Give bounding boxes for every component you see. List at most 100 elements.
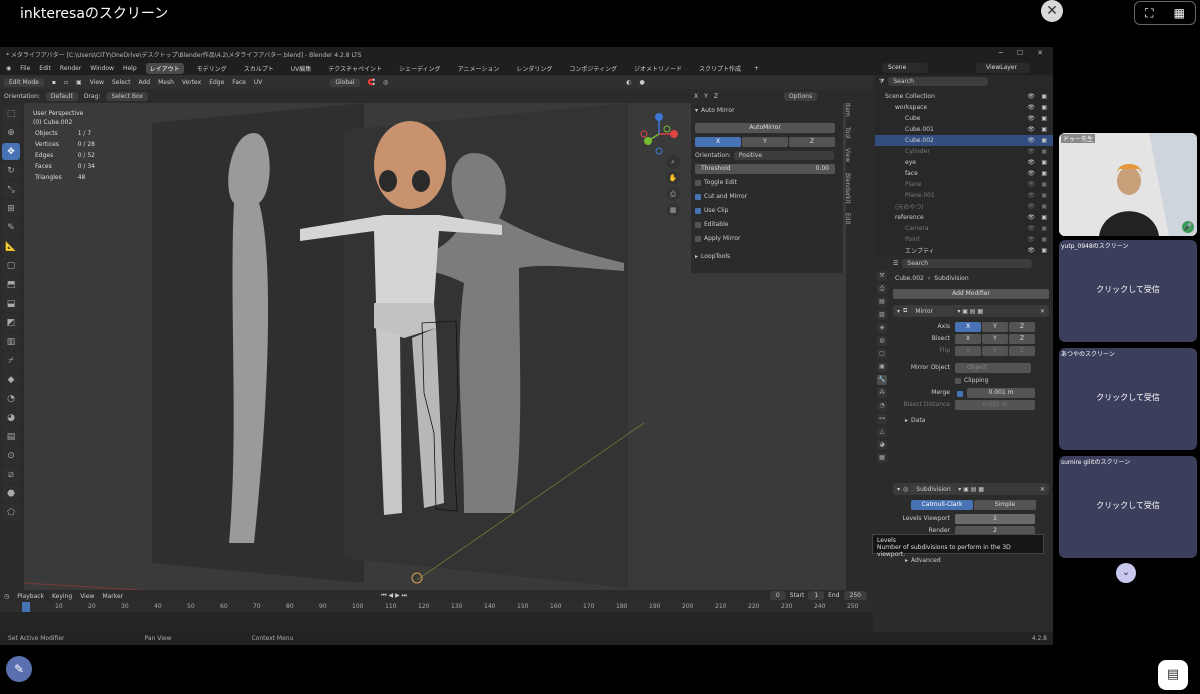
tab-rendering[interactable]: レンダリング	[512, 63, 556, 74]
render-toggle-icon[interactable]: ▣	[1041, 104, 1047, 111]
participant-tile[interactable]: あつやのスクリーン クリックして受信	[1059, 348, 1197, 450]
menu-timeline-view[interactable]: View	[80, 593, 94, 600]
tab-shading[interactable]: シェーディング	[395, 63, 445, 74]
mirror-axis-z[interactable]: Z	[1009, 322, 1035, 332]
render-tab-icon[interactable]: ⎙	[877, 284, 887, 294]
clipping-checkbox[interactable]: Clipping	[955, 377, 988, 384]
measure-tool-icon[interactable]: 📐	[2, 238, 20, 255]
mirror-axis-x-button[interactable]: X	[695, 137, 741, 147]
pan-hand-icon[interactable]: ✋	[666, 171, 680, 185]
orientation-dropdown[interactable]: Default	[45, 91, 78, 101]
menu-edit[interactable]: Edit	[39, 65, 51, 72]
tab-animation[interactable]: アニメーション	[454, 63, 504, 74]
flip-z[interactable]: Z	[1009, 346, 1035, 356]
poly-build-tool-icon[interactable]: ◆	[2, 371, 20, 388]
merge-checkbox[interactable]	[957, 391, 963, 397]
cut-and-mirror-checkbox[interactable]: Cut and Mirror	[695, 193, 747, 200]
tab-scripting[interactable]: スクリプト作成	[695, 63, 745, 74]
mode-dropdown[interactable]: Edit Mode	[4, 77, 44, 87]
start-frame-field[interactable]: 1	[808, 591, 825, 600]
menu-view[interactable]: View	[90, 79, 104, 86]
visibility-eye-icon[interactable]: 👁	[1027, 181, 1035, 188]
mirror-axis-x[interactable]: X	[955, 322, 981, 332]
outliner-row[interactable]: Point 👁 ▣	[875, 234, 1053, 245]
menu-uv[interactable]: UV	[254, 79, 263, 86]
click-to-receive[interactable]: クリックして受信	[1059, 284, 1197, 295]
visibility-eye-icon[interactable]: 👁	[1027, 225, 1035, 232]
grid-icon[interactable]: ▦	[666, 203, 680, 217]
outliner-row[interactable]: Cube.002 👁 ▣	[875, 135, 1053, 146]
viewlayer-selector[interactable]: ViewLayer	[976, 63, 1030, 73]
extrude-tool-icon[interactable]: ⬒	[2, 276, 20, 293]
tab-tool[interactable]: Tool	[844, 127, 851, 139]
select-edge-icon[interactable]: ▫	[64, 79, 68, 86]
menu-playback[interactable]: Playback	[17, 593, 44, 600]
visibility-eye-icon[interactable]: 👁	[1027, 247, 1035, 254]
minimize-icon[interactable]: ─	[999, 49, 1003, 57]
loop-cut-tool-icon[interactable]: ▥	[2, 333, 20, 350]
add-cube-tool-icon[interactable]: ▢	[2, 257, 20, 274]
render-toggle-icon[interactable]: ▣	[1041, 247, 1047, 254]
bend-tool-icon[interactable]: ⬠	[2, 504, 20, 521]
menu-help[interactable]: Help	[123, 65, 137, 72]
transform-orientation-dropdown[interactable]: Global	[330, 77, 360, 87]
tab-edit[interactable]: Edit	[844, 213, 851, 225]
remove-modifier-icon[interactable]: ✕	[1040, 308, 1045, 315]
properties-search[interactable]: Search	[902, 259, 1033, 268]
scale-tool-icon[interactable]: ⤡	[2, 181, 20, 198]
tab-blenderkit[interactable]: Blenderkit	[844, 173, 851, 204]
outliner-row[interactable]: Cube.001 👁 ▣	[875, 124, 1053, 135]
editable-checkbox[interactable]: Editable	[695, 221, 728, 228]
flip-y[interactable]: Y	[982, 346, 1008, 356]
edge-slide-tool-icon[interactable]: ▤	[2, 428, 20, 445]
bisect-y[interactable]: Y	[982, 334, 1008, 344]
jump-start-icon[interactable]: ⏮	[381, 592, 386, 599]
mirror-modifier-name[interactable]: Mirror	[910, 306, 955, 316]
constraints-tab-icon[interactable]: ⊶	[877, 414, 887, 424]
remove-modifier-icon[interactable]: ✕	[1040, 486, 1045, 493]
mirror-data-subpanel[interactable]: ▸ Data	[905, 417, 925, 424]
visibility-eye-icon[interactable]: 👁	[1027, 137, 1035, 144]
annotate-tool-icon[interactable]: ✎	[2, 219, 20, 236]
tab-modeling[interactable]: モデリング	[193, 63, 231, 74]
outliner-row[interactable]: Plane.001 👁 ▣	[875, 190, 1053, 201]
modifier-toggles-icon[interactable]: ▾ ▣ ▤ ▦	[957, 308, 983, 315]
data-tab-icon[interactable]: △	[877, 427, 887, 437]
render-toggle-icon[interactable]: ▣	[1041, 137, 1047, 144]
tab-view[interactable]: View	[844, 148, 851, 162]
menu-file[interactable]: File	[20, 65, 30, 72]
menu-face[interactable]: Face	[232, 79, 246, 86]
menu-vertex[interactable]: Vertex	[182, 79, 201, 86]
material-tab-icon[interactable]: ◕	[877, 440, 887, 450]
knife-tool-icon[interactable]: ⌿	[2, 352, 20, 369]
select-tool-icon[interactable]: ⬚	[2, 105, 20, 122]
visibility-eye-icon[interactable]: 👁	[1027, 170, 1035, 177]
visibility-eye-icon[interactable]: 👁	[1027, 203, 1035, 210]
shading-solid-icon[interactable]: ●	[640, 79, 645, 86]
bisect-x[interactable]: X	[955, 334, 981, 344]
close-icon[interactable]: ✕	[1041, 0, 1063, 22]
menu-add[interactable]: Add	[138, 79, 150, 86]
levels-viewport-field[interactable]: 1	[955, 514, 1035, 524]
use-clip-checkbox[interactable]: Use Clip	[695, 207, 728, 214]
auto-mirror-header[interactable]: ▾ Auto Mirror	[695, 107, 735, 114]
outliner-row[interactable]: エンプティ 👁 ▣	[875, 245, 1053, 256]
outliner-row[interactable]: reference 👁 ▣	[875, 212, 1053, 223]
timeline[interactable]: 0102030405060708090100110120130140150160…	[0, 602, 873, 632]
merge-distance-field[interactable]: 0.001 m	[967, 388, 1035, 398]
bisect-z[interactable]: Z	[1009, 334, 1035, 344]
modifier-toggles-icon[interactable]: ▾ ▣ ▤ ▦	[958, 486, 984, 493]
output-tab-icon[interactable]: ▤	[877, 297, 887, 307]
smooth-tool-icon[interactable]: ◕	[2, 409, 20, 426]
axis-y-toggle[interactable]: Y	[704, 93, 708, 100]
participant-tile[interactable]: yutp_0948のスクリーン クリックして受信	[1059, 240, 1197, 342]
mirror-axis-y[interactable]: Y	[982, 322, 1008, 332]
subdivision-modifier-header[interactable]: ▾ ◎ Subdivision ▾ ▣ ▤ ▦ ✕	[893, 483, 1049, 495]
shear-tool-icon[interactable]: ⧄	[2, 466, 20, 483]
maximize-icon[interactable]: ☐	[1017, 49, 1023, 57]
rip-tool-icon[interactable]: ⬣	[2, 485, 20, 502]
shrink-tool-icon[interactable]: ⊙	[2, 447, 20, 464]
outliner-row[interactable]: Scene Collection 👁 ▣	[875, 91, 1053, 102]
mirror-orientation-dropdown[interactable]: Positive	[733, 151, 834, 160]
cursor-tool-icon[interactable]: ⊕	[2, 124, 20, 141]
